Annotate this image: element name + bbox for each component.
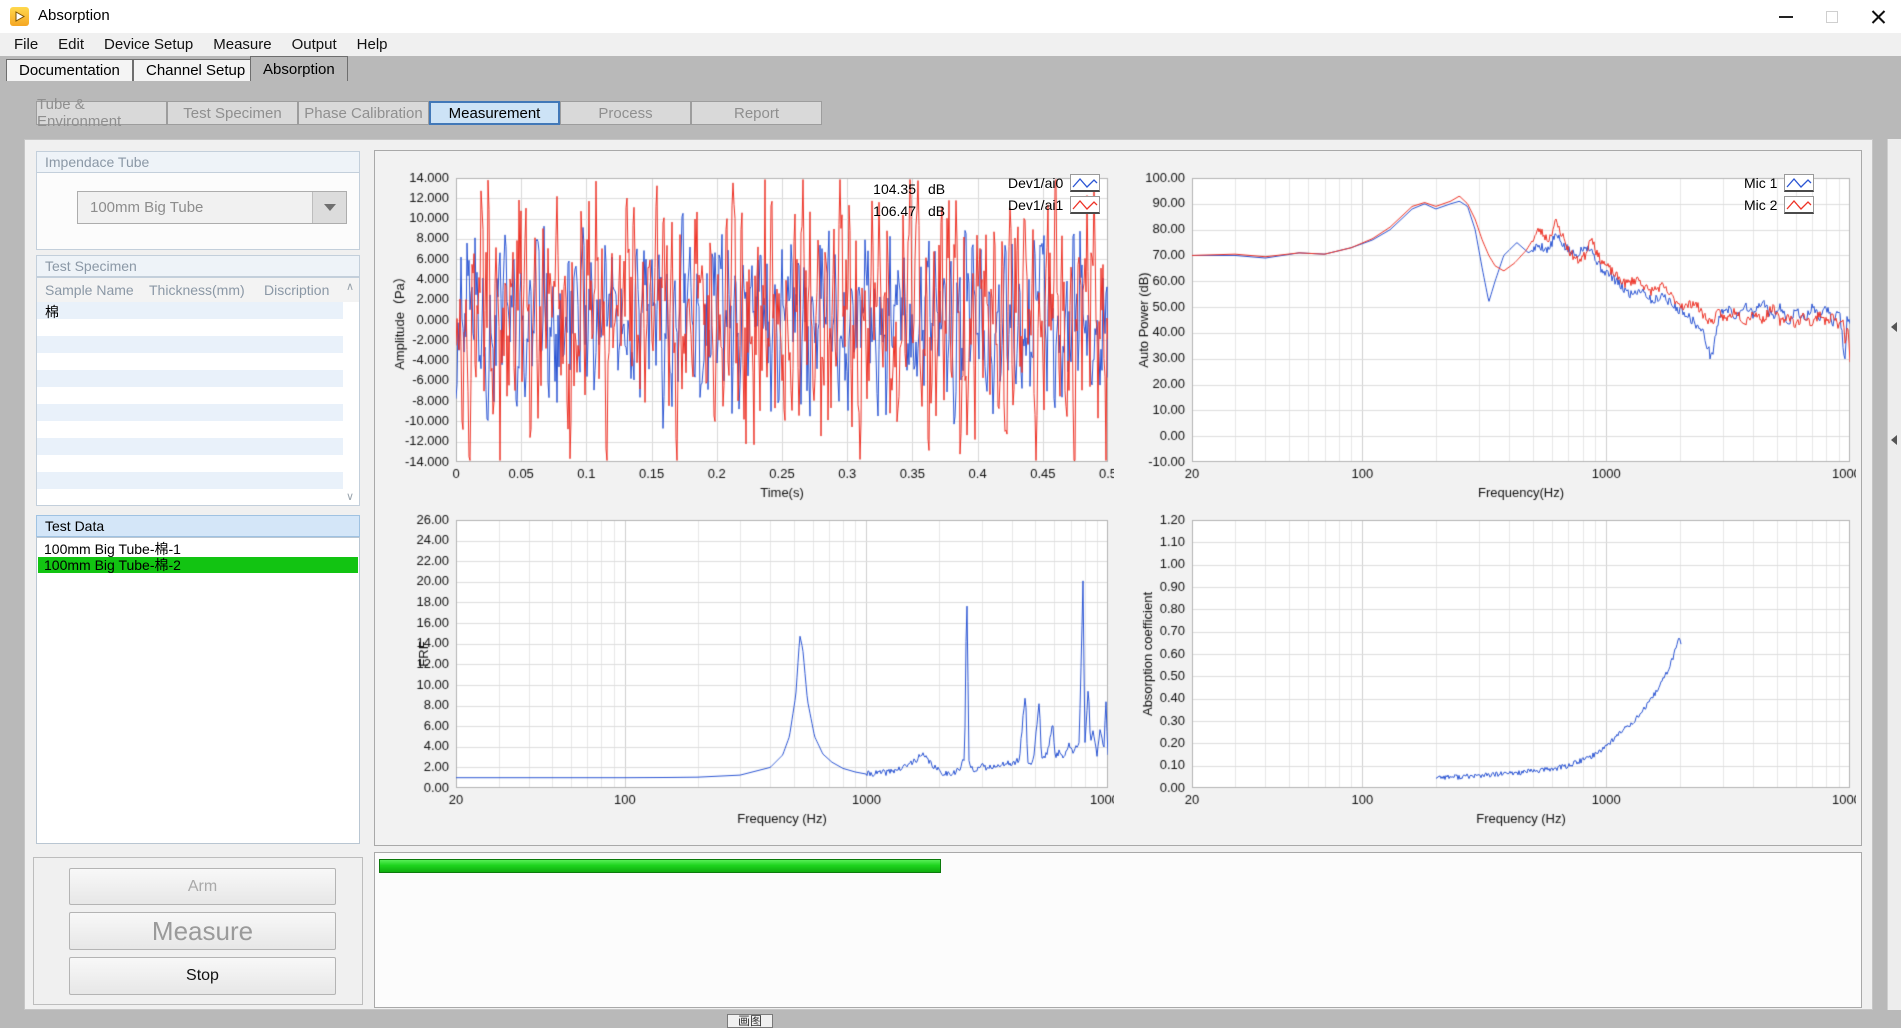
controls-panel: Arm Measure Stop — [33, 857, 363, 1005]
subtab-phase-calibration[interactable]: Phase Calibration — [298, 101, 429, 125]
test-data-header: Test Data — [36, 515, 360, 537]
menu-edit[interactable]: Edit — [48, 34, 94, 55]
title-bar: Absorption — [0, 0, 1901, 33]
tab-absorption[interactable]: Absorption — [250, 56, 348, 81]
window-title: Absorption — [38, 7, 110, 24]
tube-select-value: 100mm Big Tube — [78, 199, 312, 216]
close-icon — [1871, 9, 1886, 24]
level-readout-ai1: 106.47 dB — [862, 203, 945, 219]
blue-wave-icon — [1070, 174, 1100, 192]
menu-help[interactable]: Help — [347, 34, 398, 55]
absorption-coefficient-chart — [1122, 510, 1856, 832]
subtab-report[interactable]: Report — [691, 101, 822, 125]
menu-file[interactable]: File — [4, 34, 48, 55]
app-window: Absorption File Edit Device Setup Measur… — [0, 0, 1901, 1028]
test-specimen-table-body: 棉 — [37, 302, 343, 505]
measure-button[interactable]: Measure — [69, 912, 336, 950]
subtab-test-specimen[interactable]: Test Specimen — [167, 101, 298, 125]
time-domain-chart — [380, 156, 1114, 508]
main-tabstrip: Documentation Channel Setup Absorption — [0, 56, 1901, 81]
app-icon — [10, 7, 29, 26]
menu-output[interactable]: Output — [282, 34, 347, 55]
bottom-tab-paint[interactable]: 画图 — [727, 1014, 773, 1028]
subtab-measurement[interactable]: Measurement — [429, 101, 560, 125]
right-splitter[interactable] — [1887, 139, 1901, 1010]
caret-down-icon — [324, 204, 336, 211]
table-row[interactable]: 棉 — [37, 302, 343, 319]
legend-mic1[interactable]: Mic 1 — [1744, 174, 1814, 192]
legend-dev1-ai1[interactable]: Dev1/ai1 — [1008, 196, 1100, 214]
table-scroll-up-icon[interactable]: ∧ — [342, 280, 358, 293]
subtab-process[interactable]: Process — [560, 101, 691, 125]
test-data-list: 100mm Big Tube-棉-1 100mm Big Tube-棉-2 — [36, 537, 360, 844]
list-item[interactable]: 100mm Big Tube-棉-1 — [38, 541, 358, 557]
close-button[interactable] — [1855, 0, 1901, 33]
tube-select-arrow-button[interactable] — [312, 192, 346, 223]
test-specimen-table-head: Sample Name Thickness(mm) Discription — [37, 278, 359, 302]
legend-mic2[interactable]: Mic 2 — [1744, 196, 1814, 214]
splitter-arrow-icon[interactable] — [1891, 322, 1897, 332]
test-specimen-header: Test Specimen — [36, 255, 360, 277]
measurement-progressbar — [379, 859, 1857, 873]
blue-wave-icon — [1784, 174, 1814, 192]
splitter-arrow-icon[interactable] — [1891, 435, 1897, 445]
menu-measure[interactable]: Measure — [203, 34, 281, 55]
maximize-icon — [1826, 11, 1838, 23]
status-panel — [374, 852, 1862, 1008]
frf-chart — [380, 510, 1114, 832]
column-sample-name: Sample Name — [37, 282, 149, 298]
minimize-button[interactable] — [1763, 0, 1809, 33]
progressbar-fill — [379, 859, 941, 873]
menu-bar: File Edit Device Setup Measure Output He… — [0, 33, 1901, 56]
stop-button[interactable]: Stop — [69, 957, 336, 995]
subtab-tube-environment[interactable]: Tube & Environment — [36, 101, 167, 125]
legend-dev1-ai0[interactable]: Dev1/ai0 — [1008, 174, 1100, 192]
red-wave-icon — [1070, 196, 1100, 214]
test-specimen-table: Sample Name Thickness(mm) Discription ∧ … — [36, 277, 360, 506]
red-wave-icon — [1784, 196, 1814, 214]
level-readout-ai0: 104.35 dB — [862, 181, 945, 197]
impedance-tube-header: Impendace Tube — [36, 151, 360, 173]
maximize-button[interactable] — [1809, 0, 1855, 33]
column-thickness: Thickness(mm) — [149, 282, 264, 298]
menu-device-setup[interactable]: Device Setup — [94, 34, 203, 55]
tab-channel-setup[interactable]: Channel Setup — [133, 59, 258, 81]
tube-select-dropdown[interactable]: 100mm Big Tube — [77, 191, 347, 224]
table-scroll-down-icon[interactable]: ∨ — [342, 490, 358, 503]
minimize-icon — [1779, 16, 1793, 18]
arm-button[interactable]: Arm — [69, 868, 336, 905]
tab-documentation[interactable]: Documentation — [6, 59, 133, 81]
list-item-selected[interactable]: 100mm Big Tube-棉-2 — [38, 557, 358, 573]
